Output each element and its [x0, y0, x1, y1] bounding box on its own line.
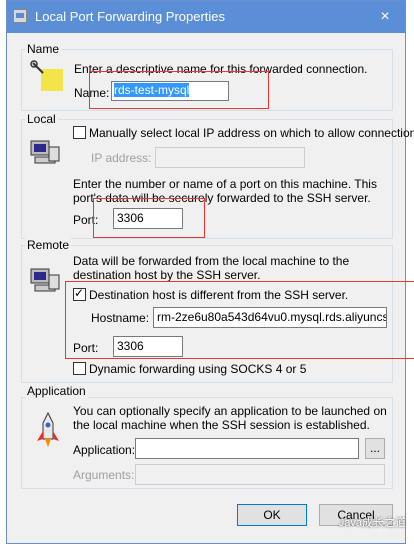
watermark-text: Java成长之道 — [338, 517, 406, 529]
rocket-icon — [37, 411, 59, 447]
ip-address-input[interactable] — [155, 147, 305, 168]
close-button[interactable]: × — [365, 1, 405, 33]
remote-description: Data will be forwarded from the local ma… — [73, 254, 350, 282]
window-icon — [13, 9, 27, 23]
local-group-label: Local — [25, 112, 58, 126]
application-description: You can optionally specify an applicatio… — [73, 404, 387, 432]
application-label: Application: — [73, 443, 136, 457]
dynamic-forwarding-checkbox[interactable] — [73, 362, 86, 375]
server-icon — [30, 268, 60, 292]
ip-address-label: IP address: — [91, 151, 152, 165]
highlight-box-remote — [65, 281, 414, 359]
dynamic-forwarding-label: Dynamic forwarding using SOCKS 4 or 5 — [89, 362, 307, 376]
highlight-box-local-port — [93, 198, 205, 238]
arguments-label: Arguments: — [73, 468, 135, 482]
highlight-box-name — [89, 71, 269, 109]
arguments-input[interactable] — [135, 464, 385, 485]
manual-ip-label: Manually select local IP address on whic… — [89, 126, 414, 140]
background-window-right — [406, 0, 414, 544]
title-bar: Local Port Forwarding Properties × — [7, 1, 405, 33]
application-group-label: Application — [25, 384, 88, 398]
port-forwarding-dialog: Local Port Forwarding Properties × Name … — [6, 0, 414, 544]
tag-icon — [30, 60, 63, 91]
application-input[interactable] — [135, 438, 359, 459]
remote-group-label: Remote — [25, 238, 72, 252]
name-group-label: Name — [25, 42, 62, 56]
computer-icon — [30, 140, 60, 164]
manual-ip-checkbox[interactable] — [73, 126, 86, 139]
browse-button[interactable]: ... — [365, 438, 385, 459]
ok-button[interactable]: OK — [237, 504, 307, 526]
window-title: Local Port Forwarding Properties — [35, 9, 226, 24]
